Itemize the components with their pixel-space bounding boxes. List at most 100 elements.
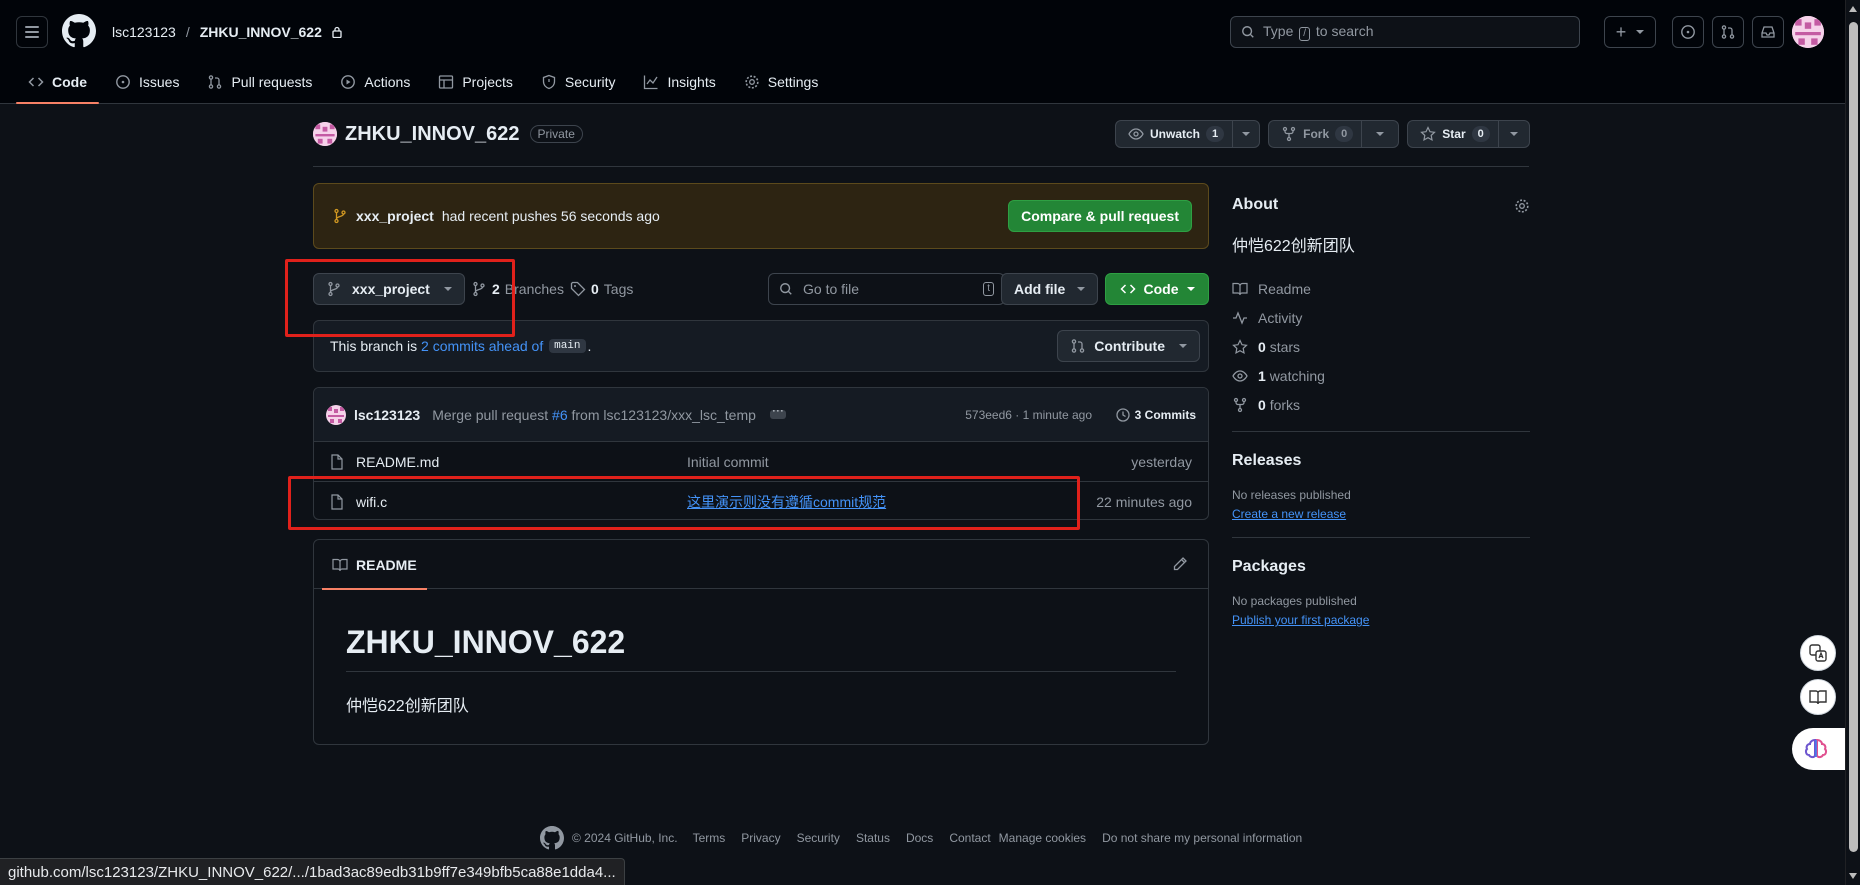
- go-to-file-input[interactable]: Go to file t: [768, 273, 1005, 305]
- fork-icon: [1282, 126, 1296, 142]
- ai-assistant-button[interactable]: [1792, 728, 1845, 770]
- stars-count: 0: [1258, 338, 1266, 355]
- user-avatar[interactable]: [1792, 16, 1824, 48]
- graph-icon: [644, 75, 659, 90]
- annotation-box-branch: [285, 259, 515, 337]
- readme-tab-label: README: [356, 556, 417, 573]
- menu-button[interactable]: [16, 16, 48, 48]
- file-commit-message[interactable]: Initial commit: [687, 454, 769, 470]
- list-item-label: Readme: [1258, 280, 1311, 297]
- about-list: Readme Activity 0 stars 1 watching 0 for…: [1232, 274, 1530, 419]
- chevron-down-icon: [1077, 287, 1086, 291]
- divider: [313, 166, 1529, 167]
- commits-ahead-link[interactable]: 2 commits ahead of: [421, 338, 543, 354]
- inbox-button[interactable]: [1752, 16, 1784, 48]
- footer-link-privacy[interactable]: Privacy: [741, 831, 780, 845]
- fork-button[interactable]: Fork 0: [1268, 120, 1363, 148]
- commit-meta[interactable]: 573eed6 · 1 minute ago: [965, 408, 1092, 422]
- gear-icon[interactable]: [1514, 198, 1530, 214]
- scroll-up-icon[interactable]: [1849, 6, 1857, 12]
- list-item-label: stars: [1269, 338, 1301, 355]
- code-label: Code: [1143, 281, 1179, 297]
- contribute-button[interactable]: Contribute: [1057, 330, 1200, 362]
- footer-link-manage-cookies[interactable]: Manage cookies: [999, 831, 1086, 845]
- book-icon: [332, 558, 348, 571]
- pencil-icon[interactable]: [1172, 556, 1188, 572]
- footer-link-do-not-share[interactable]: Do not share my personal information: [1102, 831, 1302, 845]
- pull-requests-button[interactable]: [1712, 16, 1744, 48]
- tab-settings[interactable]: Settings: [732, 66, 831, 98]
- github-logo-icon[interactable]: [540, 826, 564, 850]
- list-item[interactable]: 1 watching: [1232, 361, 1530, 390]
- unwatch-button[interactable]: Unwatch 1: [1115, 120, 1234, 148]
- packages-title[interactable]: Packages: [1232, 558, 1530, 576]
- fork-options-button[interactable]: [1362, 120, 1400, 148]
- footer-link-terms[interactable]: Terms: [693, 831, 726, 845]
- repo-nav: Code Issues Pull requests Actions Projec…: [16, 66, 830, 104]
- tab-insights[interactable]: Insights: [631, 66, 727, 98]
- scroll-down-icon[interactable]: [1849, 873, 1857, 879]
- divider: [1232, 537, 1530, 538]
- repo-name[interactable]: ZHKU_INNOV_622: [345, 123, 520, 146]
- footer-link-status[interactable]: Status: [856, 831, 890, 845]
- repo-link[interactable]: ZHKU_INNOV_622: [200, 24, 322, 40]
- tab-actions[interactable]: Actions: [328, 66, 422, 98]
- scrollbar-thumb[interactable]: [1849, 22, 1858, 852]
- avatar[interactable]: [326, 404, 346, 425]
- translate-button[interactable]: [1800, 635, 1836, 671]
- vertical-scrollbar[interactable]: [1845, 0, 1860, 885]
- commit-message-prefix: Merge pull request: [432, 406, 549, 423]
- tag-icon: [570, 281, 586, 297]
- reader-button[interactable]: [1800, 679, 1836, 715]
- tab-pull-requests[interactable]: Pull requests: [195, 66, 324, 98]
- publish-package-link[interactable]: Publish your first package: [1232, 613, 1369, 627]
- footer-link-contact[interactable]: Contact: [949, 831, 990, 845]
- code-button[interactable]: Code: [1105, 273, 1209, 305]
- pr-link[interactable]: #6: [552, 407, 568, 423]
- divider: [1232, 431, 1530, 432]
- readme-heading: ZHKU_INNOV_622: [346, 624, 1176, 672]
- translate-icon: [1809, 644, 1827, 662]
- list-item[interactable]: 0 stars: [1232, 332, 1530, 361]
- footer-link-security[interactable]: Security: [797, 831, 840, 845]
- tags-count: 0: [591, 281, 599, 297]
- gear-icon: [745, 75, 759, 89]
- tab-security[interactable]: Security: [529, 66, 628, 98]
- star-button[interactable]: Star 0: [1407, 120, 1499, 148]
- banner-text: had recent pushes 56 seconds ago: [441, 208, 660, 224]
- create-release-link[interactable]: Create a new release: [1232, 507, 1346, 521]
- tags-link[interactable]: 0 Tags: [570, 281, 633, 297]
- tab-projects[interactable]: Projects: [426, 66, 525, 98]
- owner-link[interactable]: lsc123123: [112, 24, 176, 40]
- eye-icon: [1128, 128, 1144, 140]
- go-to-file-shortcut: t: [983, 282, 994, 296]
- file-name[interactable]: README.md: [356, 454, 439, 470]
- tab-code[interactable]: Code: [16, 66, 99, 104]
- identicon-icon: [313, 122, 337, 146]
- commit-message[interactable]: Merge pull request #6 from lsc123123/xxx…: [432, 407, 756, 423]
- tab-readme[interactable]: README: [322, 540, 427, 590]
- commits-history-link[interactable]: 3 Commits: [1115, 407, 1196, 423]
- tab-issues[interactable]: Issues: [103, 66, 191, 98]
- footer-link-docs[interactable]: Docs: [906, 831, 933, 845]
- releases-title[interactable]: Releases: [1232, 452, 1530, 470]
- issues-button[interactable]: [1672, 16, 1704, 48]
- add-file-button[interactable]: Add file: [1001, 273, 1099, 305]
- search-input[interactable]: Type / to search: [1230, 16, 1580, 48]
- list-item[interactable]: Readme: [1232, 274, 1530, 303]
- star-options-button[interactable]: [1498, 120, 1530, 148]
- watch-options-button[interactable]: [1233, 120, 1261, 148]
- list-item[interactable]: 0 forks: [1232, 390, 1530, 419]
- compare-pull-request-button[interactable]: Compare & pull request: [1008, 200, 1192, 232]
- unwatch-label: Unwatch: [1150, 127, 1201, 141]
- repo-owner-avatar[interactable]: [313, 122, 337, 146]
- create-new-button[interactable]: +: [1604, 16, 1656, 48]
- eye-icon: [1232, 369, 1248, 382]
- add-file-label: Add file: [1014, 281, 1066, 297]
- list-item[interactable]: Activity: [1232, 303, 1530, 332]
- expand-commit-button[interactable]: [769, 403, 786, 419]
- readme-header: README: [314, 540, 1208, 590]
- github-logo-icon[interactable]: [62, 14, 96, 48]
- tab-label: Pull requests: [231, 74, 313, 90]
- commit-author[interactable]: lsc123123: [354, 407, 420, 423]
